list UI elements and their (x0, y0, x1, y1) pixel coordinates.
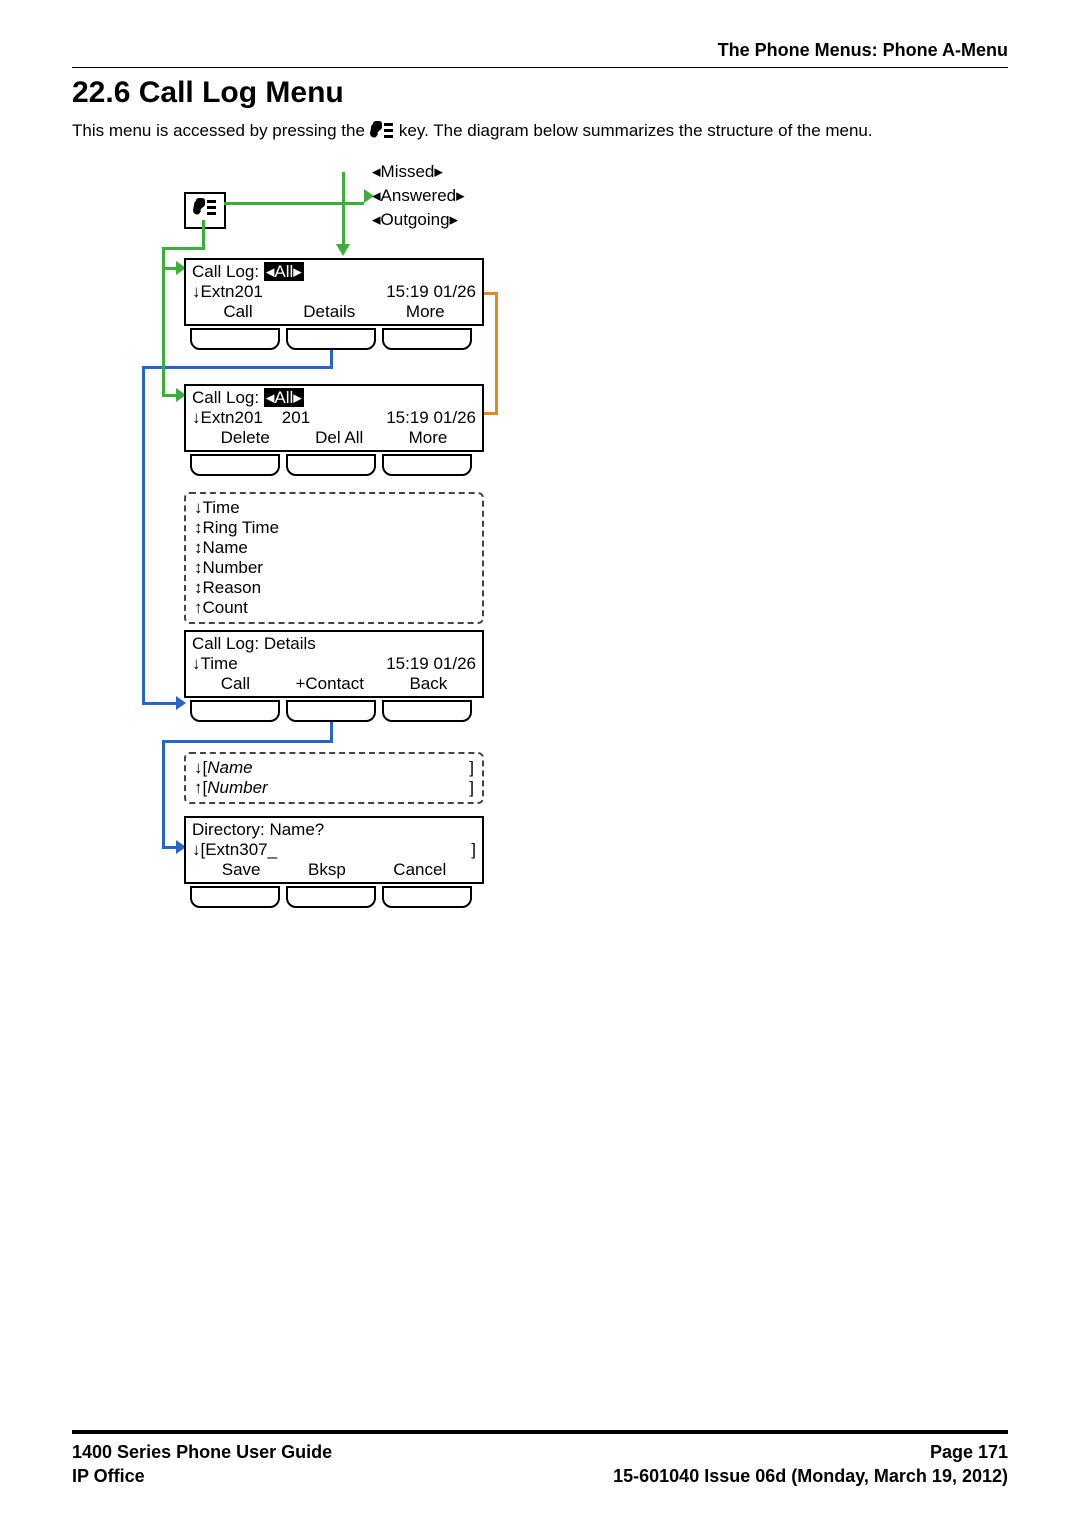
screen3-softkey1-label: Call (221, 674, 250, 694)
screen2-all-tag: ◂All▸ (264, 388, 304, 407)
nn-number: Number (207, 778, 267, 797)
screen1-softkeys (190, 328, 472, 350)
page-footer: 1400 Series Phone User Guide Page 171 IP… (72, 1430, 1008, 1488)
footer-right-1: Page 171 (930, 1440, 1008, 1464)
screen-call-log-2: Call Log: ◂All▸ ↓Extn201 201 15:19 01/26… (184, 384, 484, 452)
menu-diagram: ◂Missed▸ ◂Answered▸ ◂Outgoing▸ (112, 162, 532, 972)
details-field: ↕Number (194, 558, 474, 578)
softkey-button[interactable] (382, 886, 472, 908)
softkey-button[interactable] (286, 454, 376, 476)
screen4-row2-right: ] (471, 840, 476, 860)
screen1-title-prefix: Call Log: (192, 262, 259, 281)
intro-text-before: This menu is accessed by pressing the (72, 121, 365, 141)
screen2-softkey3-label: More (409, 428, 448, 448)
screen-call-log-1: Call Log: ◂All▸ ↓Extn201 15:19 01/26 Cal… (184, 258, 484, 326)
call-log-button-box (184, 192, 226, 229)
screen1-softkey1-label: Call (223, 302, 252, 322)
screen2-softkey2-label: Del All (315, 428, 363, 448)
name-number-box: ↓[Name ] ↑[Number ] (184, 752, 484, 804)
details-field: ↕Reason (194, 578, 474, 598)
screen2-softkeys (190, 454, 472, 476)
softkey-button[interactable] (286, 886, 376, 908)
screen4-softkey1-label: Save (222, 860, 261, 880)
details-field: ↕Name (194, 538, 474, 558)
screen1-row2-left: ↓Extn201 (192, 282, 263, 302)
softkey-button[interactable] (382, 700, 472, 722)
screen3-title: Call Log: Details (192, 634, 476, 654)
screen3-row2-left: ↓Time (192, 654, 238, 674)
details-field: ↕Ring Time (194, 518, 474, 538)
softkey-button[interactable] (382, 454, 472, 476)
softkey-button[interactable] (286, 700, 376, 722)
footer-rule (72, 1430, 1008, 1434)
screen3-softkey2-label: +Contact (295, 674, 364, 694)
softkey-button[interactable] (190, 700, 280, 722)
screen4-row2-left: ↓[Extn307_ (192, 840, 277, 860)
screen2-softkey1-label: Delete (221, 428, 270, 448)
nn-close1: ] (469, 758, 474, 778)
screen1-softkey2-label: Details (303, 302, 355, 322)
screen2-row2-left: ↓Extn201 (192, 408, 263, 427)
footer-right-2: 15-601040 Issue 06d (Monday, March 19, 2… (613, 1464, 1008, 1488)
details-field: ↑Count (194, 598, 474, 618)
screen4-softkeys (190, 886, 472, 908)
section-title: 22.6 Call Log Menu (72, 76, 1008, 110)
call-log-icon (192, 197, 218, 219)
footer-left-2: IP Office (72, 1464, 145, 1488)
details-field: ↓Time (194, 498, 474, 518)
page-header-breadcrumb: The Phone Menus: Phone A-Menu (72, 40, 1008, 61)
softkey-button[interactable] (190, 454, 280, 476)
section-intro: This menu is accessed by pressing the ke… (72, 120, 1008, 142)
softkey-button[interactable] (286, 328, 376, 350)
screen2-title-prefix: Call Log: (192, 388, 259, 407)
softkey-button[interactable] (190, 328, 280, 350)
screen-call-log-details: Call Log: Details ↓Time 15:19 01/26 Call… (184, 630, 484, 698)
screen4-softkey3-label: Cancel (393, 860, 446, 880)
nn-line1-pre: ↓[ (194, 758, 207, 777)
filter-answered: ◂Answered▸ (372, 186, 465, 206)
nn-close2: ] (469, 778, 474, 798)
screen1-softkey3-label: More (406, 302, 445, 322)
screen3-softkeys (190, 700, 472, 722)
screen-directory-name: Directory: Name? ↓[Extn307_ ] Save Bksp … (184, 816, 484, 884)
softkey-button[interactable] (382, 328, 472, 350)
filter-outgoing: ◂Outgoing▸ (372, 210, 458, 230)
screen1-row2-right: 15:19 01/26 (386, 282, 476, 302)
screen2-row2-right: 15:19 01/26 (386, 408, 476, 428)
screen3-row2-right: 15:19 01/26 (386, 654, 476, 674)
softkey-button[interactable] (190, 886, 280, 908)
screen1-all-tag: ◂All▸ (264, 262, 304, 281)
nn-line2-pre: ↑[ (194, 778, 207, 797)
screen4-softkey2-label: Bksp (308, 860, 346, 880)
details-fields-box: ↓Time ↕Ring Time ↕Name ↕Number ↕Reason ↑… (184, 492, 484, 624)
call-log-key-icon (369, 120, 395, 142)
footer-left-1: 1400 Series Phone User Guide (72, 1440, 332, 1464)
screen4-title: Directory: Name? (192, 820, 476, 840)
screen2-row2-mid: 201 (282, 408, 310, 427)
nn-name: Name (207, 758, 252, 777)
screen3-softkey3-label: Back (409, 674, 447, 694)
filter-missed: ◂Missed▸ (372, 162, 443, 182)
intro-text-after: key. The diagram below summarizes the st… (399, 121, 873, 141)
header-rule (72, 67, 1008, 68)
